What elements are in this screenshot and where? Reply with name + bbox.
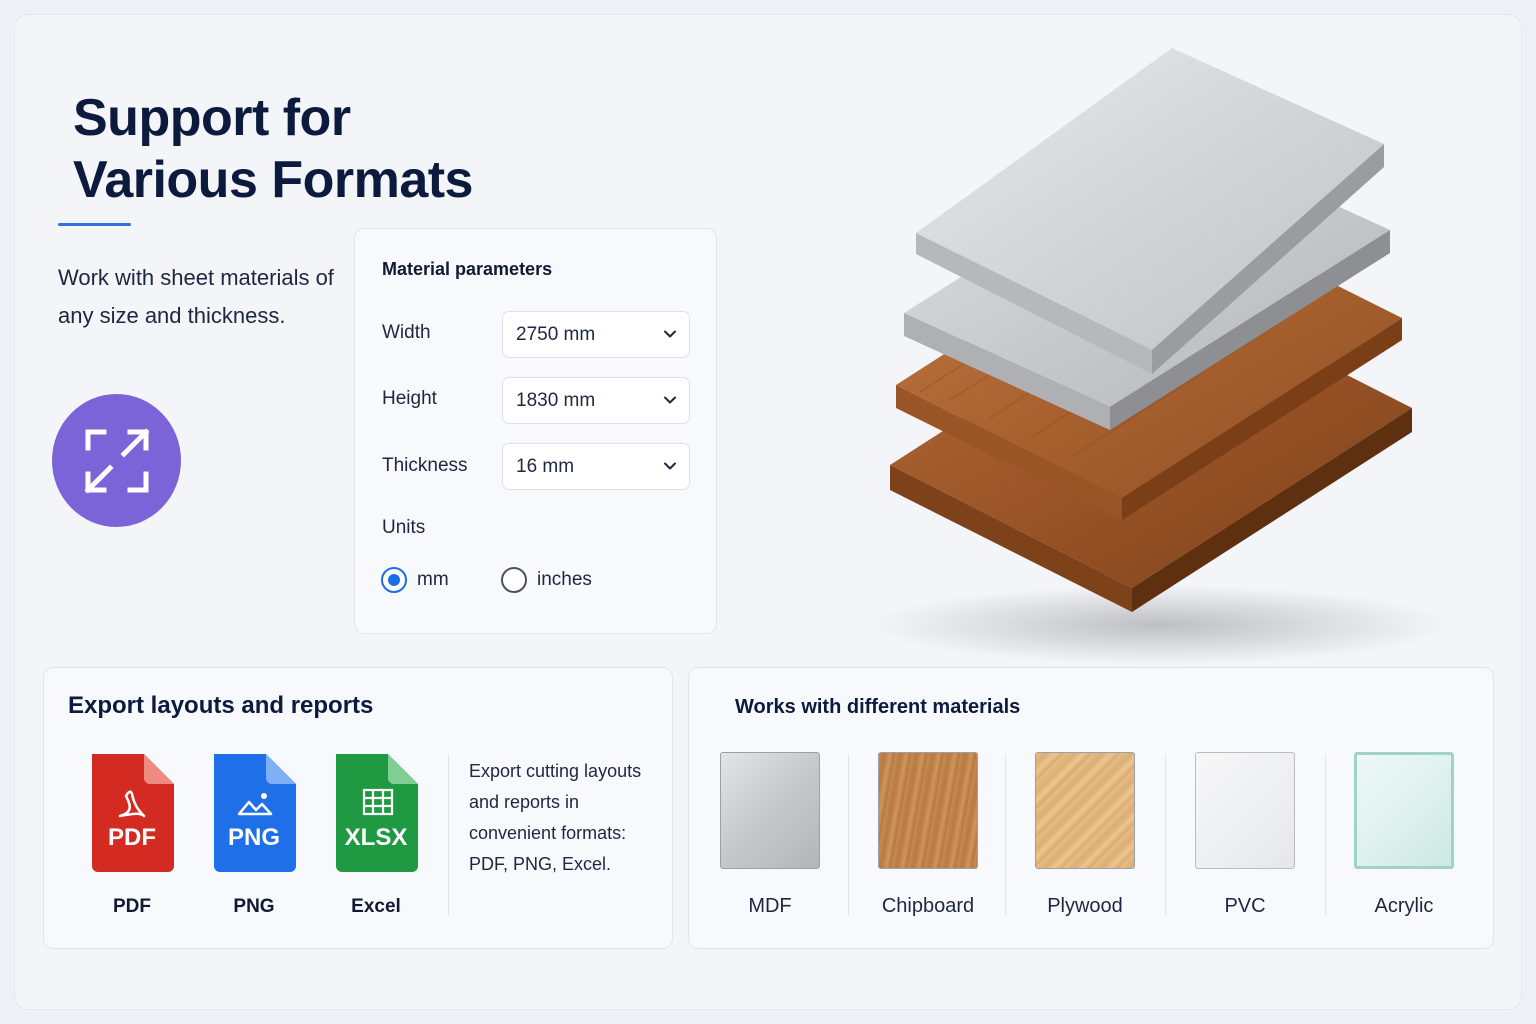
divider [1005, 754, 1006, 916]
divider [448, 754, 449, 916]
pdf-badge-text: PDF [108, 824, 156, 851]
export-card: Export layouts and reports PDF PDF PNG P… [43, 667, 673, 949]
height-select[interactable]: 1830 mm [502, 377, 690, 424]
divider [848, 754, 849, 916]
chipboard-swatch [878, 752, 978, 869]
material-chipboard[interactable]: Chipboard [878, 752, 978, 918]
materials-card: Works with different materials MDF Chipb… [688, 667, 1494, 949]
divider [1165, 754, 1166, 916]
width-value: 2750 mm [516, 323, 596, 345]
divider [1325, 754, 1326, 916]
title-accent-rule [58, 223, 131, 226]
export-description: Export cutting layouts and reports in co… [469, 761, 642, 874]
xlsx-badge-text: XLSX [344, 824, 408, 851]
acrylic-label: Acrylic [1374, 895, 1434, 917]
plywood-swatch [1035, 752, 1135, 869]
pvc-swatch [1195, 752, 1295, 869]
page-title-line-2: Various Formats [73, 151, 473, 209]
page-title-line-1: Support for [73, 89, 351, 147]
parameters-title: Material parameters [382, 259, 553, 279]
export-format-pdf[interactable]: PDF PDF [82, 754, 182, 917]
units-option-inches: inches [537, 569, 592, 590]
width-select[interactable]: 2750 mm [502, 311, 690, 358]
intro-text: Work with sheet materials of any size an… [58, 265, 334, 328]
xlsx-file-icon [336, 754, 418, 872]
units-radio-inches[interactable]: inches [501, 567, 592, 593]
stacked-sheets-illustration [870, 48, 1450, 665]
feature-badge [52, 394, 181, 527]
export-format-excel[interactable]: XLSX Excel [326, 754, 426, 917]
png-file-icon [214, 754, 296, 872]
mdf-label: MDF [748, 895, 792, 917]
material-mdf[interactable]: MDF [720, 752, 820, 918]
height-value: 1830 mm [516, 389, 596, 411]
chevron-down-icon [664, 330, 676, 338]
excel-label: Excel [351, 896, 401, 917]
plywood-label: Plywood [1047, 895, 1123, 917]
units-label: Units [382, 517, 426, 538]
thickness-value: 16 mm [516, 455, 575, 477]
expand-arrows-icon [83, 427, 150, 494]
export-format-png[interactable]: PNG PNG [204, 754, 304, 917]
radio-button-checked[interactable] [381, 567, 407, 593]
width-label: Width [382, 322, 431, 343]
png-badge-text: PNG [227, 824, 280, 851]
pvc-label: PVC [1224, 895, 1266, 917]
material-plywood[interactable]: Plywood [1035, 752, 1135, 918]
chipboard-label: Chipboard [881, 895, 975, 917]
mdf-swatch [720, 752, 820, 869]
chevron-down-icon [664, 462, 676, 470]
radio-button-unchecked[interactable] [501, 567, 527, 593]
units-option-mm: mm [417, 569, 449, 590]
png-label: PNG [233, 896, 275, 917]
chevron-down-icon [664, 396, 676, 404]
page-title: Support for Various Formats [73, 87, 533, 211]
thickness-select[interactable]: 16 mm [502, 443, 690, 490]
export-title: Export layouts and reports [68, 692, 374, 719]
units-radio-mm[interactable]: mm [381, 567, 449, 593]
material-pvc[interactable]: PVC [1195, 752, 1295, 918]
material-parameters-card: Material parameters Width 2750 mm Height… [354, 228, 717, 634]
height-label: Height [382, 388, 437, 409]
pdf-file-icon [92, 754, 174, 872]
material-acrylic[interactable]: Acrylic [1354, 752, 1454, 918]
pdf-label: PDF [113, 896, 151, 917]
materials-title: Works with different materials [735, 696, 1021, 718]
acrylic-swatch [1354, 752, 1454, 869]
thickness-label: Thickness [382, 455, 468, 476]
